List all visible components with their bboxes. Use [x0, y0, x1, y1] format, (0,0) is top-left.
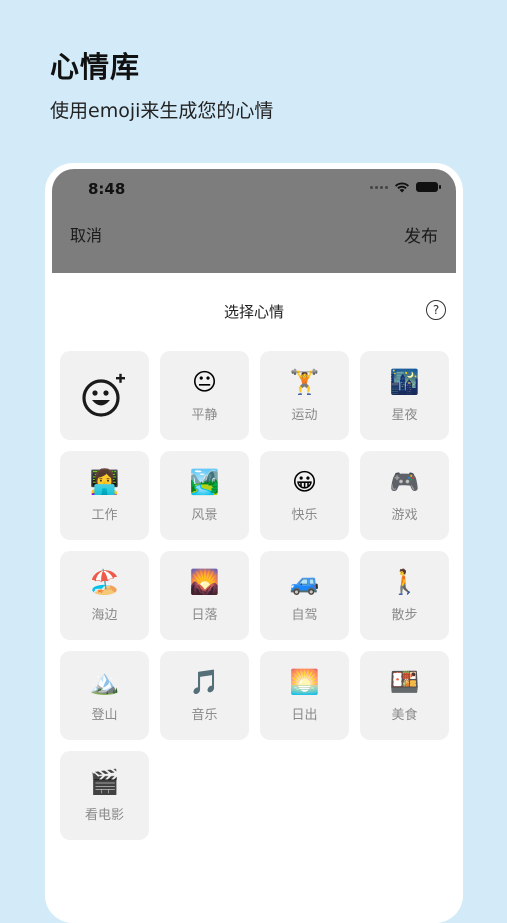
add-emoji-icon: [81, 373, 129, 419]
add-mood-button[interactable]: [60, 351, 149, 440]
promo-subtitle: 使用emoji来生成您的心情: [50, 100, 274, 122]
publish-button[interactable]: 发布: [404, 222, 438, 247]
mood-emoji-icon: 🍱: [389, 668, 420, 696]
mood-label: 日出: [291, 708, 318, 723]
mood-tile[interactable]: 🏞️ 风景: [160, 451, 249, 540]
mood-tile[interactable]: 🚶 散步: [360, 551, 449, 640]
mood-tile[interactable]: 😀 快乐: [260, 451, 349, 540]
mood-tile[interactable]: 🏔️ 登山: [60, 651, 149, 740]
mood-tile[interactable]: 🏋️ 运动: [260, 351, 349, 440]
phone-frame: 8:48 取消 发布 选择心情 ?: [45, 163, 463, 923]
mood-emoji-icon: 🎮: [389, 468, 420, 496]
mood-tile[interactable]: 😐 平静: [160, 351, 249, 440]
mood-tile[interactable]: 🎬 看电影: [60, 751, 149, 840]
mood-emoji-icon: 🌃: [389, 368, 420, 396]
mood-label: 看电影: [84, 808, 124, 823]
battery-icon: [416, 182, 441, 192]
promo-title: 心情库: [50, 50, 141, 84]
mood-tile[interactable]: 🌄 日落: [160, 551, 249, 640]
status-icons: [370, 181, 441, 193]
mood-tile[interactable]: 🍱 美食: [360, 651, 449, 740]
mood-tile[interactable]: 🏖️ 海边: [60, 551, 149, 640]
mood-emoji-icon: 🏞️: [189, 468, 220, 496]
mood-emoji-icon: 🏋️: [289, 368, 320, 396]
mood-tile[interactable]: 🎵 音乐: [160, 651, 249, 740]
mood-tile[interactable]: 🌅 日出: [260, 651, 349, 740]
mood-tile[interactable]: 👩‍💻 工作: [60, 451, 149, 540]
navigation-header: 8:48 取消 发布: [52, 169, 456, 287]
mood-label: 游戏: [391, 508, 418, 523]
mood-emoji-icon: 🏖️: [89, 568, 120, 596]
mood-label: 工作: [91, 508, 118, 523]
mood-emoji-icon: 😐: [191, 368, 218, 396]
mood-label: 音乐: [191, 708, 218, 723]
cancel-button[interactable]: 取消: [70, 222, 102, 246]
mood-picker-sheet: 选择心情 ? 😐 平静 🏋️ 运动 🌃 星夜 👩‍💻 工作 🏞️ 风景 😀 快乐 🎮 游戏 🏖️ 海边 🌄 日落 🚙…: [45, 273, 463, 923]
mood-emoji-icon: 🚙: [289, 568, 320, 596]
mood-label: 海边: [91, 608, 118, 623]
signal-icon: [370, 185, 388, 189]
status-time: 8:48: [88, 180, 126, 198]
wifi-icon: [394, 181, 410, 193]
mood-emoji-icon: 🚶: [389, 568, 420, 596]
mood-label: 自驾: [291, 608, 318, 623]
mood-grid: 😐 平静 🏋️ 运动 🌃 星夜 👩‍💻 工作 🏞️ 风景 😀 快乐 🎮 游戏 🏖️ 海边 🌄 日落 🚙 自驾 🚶 散步 🏔️…: [60, 351, 449, 840]
mood-emoji-icon: 🏔️: [89, 668, 120, 696]
mood-label: 登山: [91, 708, 118, 723]
help-icon[interactable]: ?: [426, 300, 446, 320]
mood-emoji-icon: 😀: [291, 468, 318, 496]
mood-label: 日落: [191, 608, 218, 623]
mood-label: 运动: [291, 408, 318, 423]
mood-emoji-icon: 🌄: [189, 568, 220, 596]
mood-emoji-icon: 🎵: [189, 668, 220, 696]
mood-label: 风景: [191, 508, 218, 523]
mood-label: 星夜: [391, 408, 418, 423]
mood-label: 散步: [391, 608, 418, 623]
mood-label: 美食: [391, 708, 418, 723]
mood-emoji-icon: 🎬: [89, 768, 120, 796]
mood-tile[interactable]: 🌃 星夜: [360, 351, 449, 440]
mood-tile[interactable]: 🎮 游戏: [360, 451, 449, 540]
mood-tile[interactable]: 🚙 自驾: [260, 551, 349, 640]
mood-label: 平静: [191, 408, 218, 423]
mood-emoji-icon: 🌅: [289, 668, 320, 696]
sheet-title: 选择心情: [223, 303, 284, 321]
mood-label: 快乐: [291, 508, 318, 523]
mood-emoji-icon: 👩‍💻: [89, 468, 120, 496]
